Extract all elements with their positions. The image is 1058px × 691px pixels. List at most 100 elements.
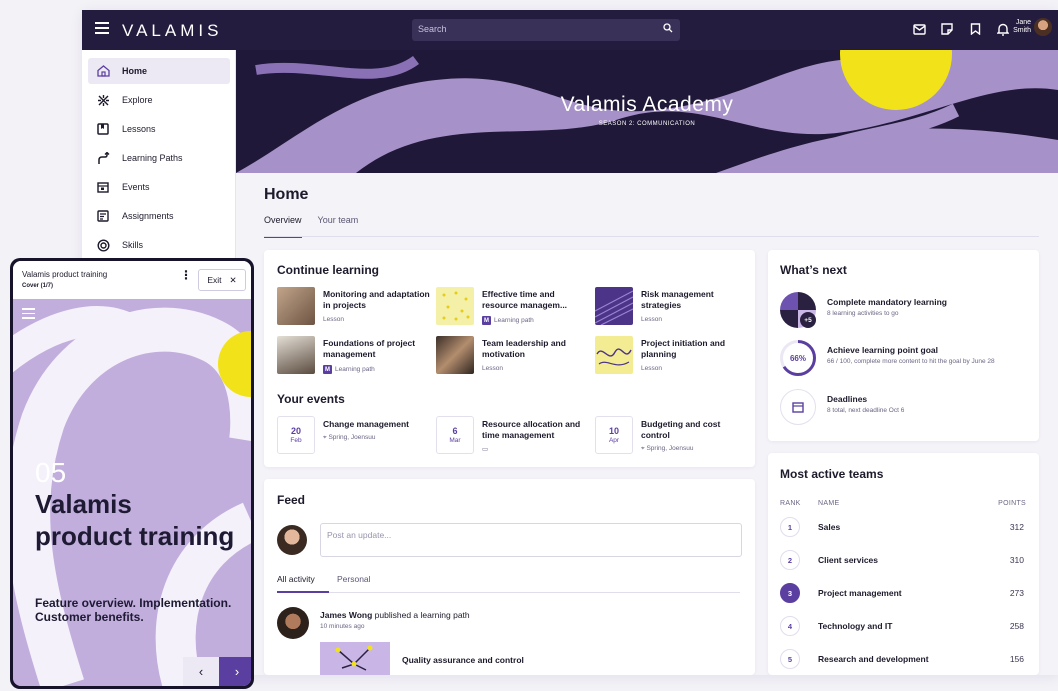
active-teams-card: Most active teams RANK NAME POINTS 1 Sal… xyxy=(768,453,1039,675)
event-name: Budgeting and cost control xyxy=(641,419,721,440)
exit-label: Exit xyxy=(207,275,222,285)
learning-item-type: M Learning path xyxy=(482,316,534,325)
event-date: 10 Apr xyxy=(595,416,633,454)
rank-badge: 1 xyxy=(780,517,800,537)
banner-subtitle: SEASON 2: COMMUNICATION xyxy=(598,121,696,127)
rank-badge: 4 xyxy=(780,616,800,636)
course-thumbnail xyxy=(436,287,474,325)
team-name: Sales xyxy=(818,522,841,532)
team-row[interactable]: 3 Project management 273 xyxy=(780,583,1030,605)
event-item[interactable]: 6 Mar Resource allocation and time manage… xyxy=(436,416,586,456)
more-options-icon[interactable]: ⋮ xyxy=(180,269,192,281)
whats-next-name: Complete mandatory learning xyxy=(827,297,947,307)
learning-item-type: M Learning path xyxy=(323,365,375,374)
exit-button[interactable]: Exit ✕ xyxy=(198,269,246,291)
avatar xyxy=(277,525,307,555)
previous-button[interactable]: ‹ xyxy=(183,657,219,686)
avatar[interactable] xyxy=(1034,18,1052,36)
whats-next-item[interactable]: Deadlines 8 total, next deadline Oct 6 xyxy=(780,389,1035,429)
skills-icon xyxy=(95,238,111,252)
course-player: Valamis product training Cover (1/7) ⋮ E… xyxy=(13,261,251,686)
menu-icon[interactable] xyxy=(95,22,109,36)
bookmark-icon[interactable] xyxy=(968,22,982,36)
next-button[interactable]: › xyxy=(219,657,251,686)
online-event-icon: ▭ xyxy=(482,446,489,453)
sidebar-item-explore[interactable]: Explore xyxy=(88,87,230,113)
whats-next-name: Deadlines xyxy=(827,394,868,404)
learning-item[interactable]: Effective time and resource managem... M… xyxy=(436,287,586,327)
sidebar-item-home[interactable]: Home xyxy=(88,58,230,84)
learning-item[interactable]: Risk management strategies Lesson xyxy=(594,287,745,327)
player-progress: Cover (1/7) xyxy=(22,283,54,289)
feed-title: Feed xyxy=(277,493,306,507)
team-row[interactable]: 4 Technology and IT 258 xyxy=(780,616,1030,638)
search-icon[interactable] xyxy=(663,23,673,36)
slide-navigation: ‹ › xyxy=(183,657,251,686)
sidebar-item-label: Explore xyxy=(122,95,153,105)
team-points: 312 xyxy=(1009,522,1024,532)
post-header: James Wong published a learning path xyxy=(320,610,470,620)
post-item-title[interactable]: Quality assurance and control xyxy=(402,655,524,665)
points-header: POINTS xyxy=(998,500,1026,507)
post-author: James Wong xyxy=(320,610,373,620)
post-update-input[interactable]: Post an update... xyxy=(320,523,742,557)
user-menu[interactable]: Jane Smith xyxy=(1009,18,1052,36)
sidebar-item-label: Assignments xyxy=(122,211,174,221)
home-icon xyxy=(95,65,111,77)
event-date: 20 Feb xyxy=(277,416,315,454)
tab-overview[interactable]: Overview xyxy=(264,215,302,238)
rank-header: RANK xyxy=(780,500,801,507)
user-name: Jane Smith xyxy=(1013,19,1031,34)
event-item[interactable]: 20 Feb Change management ⌖ Spring, Joensu… xyxy=(277,416,427,456)
learning-item[interactable]: Foundations of project management M Learn… xyxy=(277,336,427,376)
event-item[interactable]: 10 Apr Budgeting and cost control ⌖ Sprin… xyxy=(595,416,745,456)
feed-card: Feed Post an update... All activity Pers… xyxy=(264,479,755,675)
rank-badge: 5 xyxy=(780,649,800,669)
team-row[interactable]: 1 Sales 312 xyxy=(780,517,1030,539)
team-points: 258 xyxy=(1009,621,1024,631)
course-thumbnail xyxy=(277,336,315,374)
tab-personal[interactable]: Personal xyxy=(337,574,371,584)
assignments-icon xyxy=(95,210,111,222)
sidebar-item-assignments[interactable]: Assignments xyxy=(88,203,230,229)
notes-icon[interactable] xyxy=(940,22,954,36)
page-title: Home xyxy=(264,186,309,203)
learning-item[interactable]: Project initiation and planning Lesson xyxy=(595,336,745,376)
search-input[interactable]: Search xyxy=(412,19,680,41)
tab-your-team[interactable]: Your team xyxy=(318,215,359,238)
menu-icon[interactable] xyxy=(22,308,35,319)
more-badge: +5 xyxy=(800,312,816,328)
events-title: Your events xyxy=(277,392,345,406)
sidebar-item-lessons[interactable]: Lessons xyxy=(88,116,230,142)
team-row[interactable]: 5 Research and development 156 xyxy=(780,649,1030,671)
sidebar-item-label: Events xyxy=(122,182,150,192)
tablet-device: Valamis product training Cover (1/7) ⋮ E… xyxy=(10,258,254,689)
learning-item-type: Lesson xyxy=(482,365,503,372)
sidebar-item-label: Lessons xyxy=(122,124,156,134)
course-title: Valamis product training xyxy=(35,489,235,551)
lessons-icon xyxy=(95,123,111,135)
learning-item-type: Lesson xyxy=(323,316,344,323)
avatar[interactable] xyxy=(277,607,309,639)
learning-paths-icon xyxy=(95,151,111,165)
whats-next-title: What’s next xyxy=(780,263,847,277)
team-row[interactable]: 2 Client services 310 xyxy=(780,550,1030,572)
tab-all-activity[interactable]: All activity xyxy=(277,574,315,584)
learning-item[interactable]: Monitoring and adaptation in projects Le… xyxy=(277,287,430,327)
learning-item[interactable]: Team leadership and motivation Lesson xyxy=(436,336,586,376)
continue-learning-card: Continue learning Monitoring and adaptat… xyxy=(264,250,755,467)
whats-next-item[interactable]: 66% Achieve learning point goal 66 / 100… xyxy=(780,340,1035,380)
sidebar-item-learning-paths[interactable]: Learning Paths xyxy=(88,145,230,171)
close-icon: ✕ xyxy=(229,274,237,285)
sidebar-item-events[interactable]: Events xyxy=(88,174,230,200)
learning-item-name: Project initiation and planning xyxy=(641,338,726,359)
course-thumbnail xyxy=(594,287,634,326)
post-thumbnail[interactable] xyxy=(320,642,390,675)
team-name: Project management xyxy=(818,588,902,598)
mail-icon[interactable] xyxy=(912,22,926,36)
bell-icon[interactable] xyxy=(996,22,1010,36)
explore-icon xyxy=(95,94,111,107)
whats-next-item[interactable]: +5 Complete mandatory learning 8 learnin… xyxy=(780,292,1035,332)
sidebar-item-skills[interactable]: Skills xyxy=(88,232,230,258)
course-thumbnail xyxy=(595,336,633,374)
